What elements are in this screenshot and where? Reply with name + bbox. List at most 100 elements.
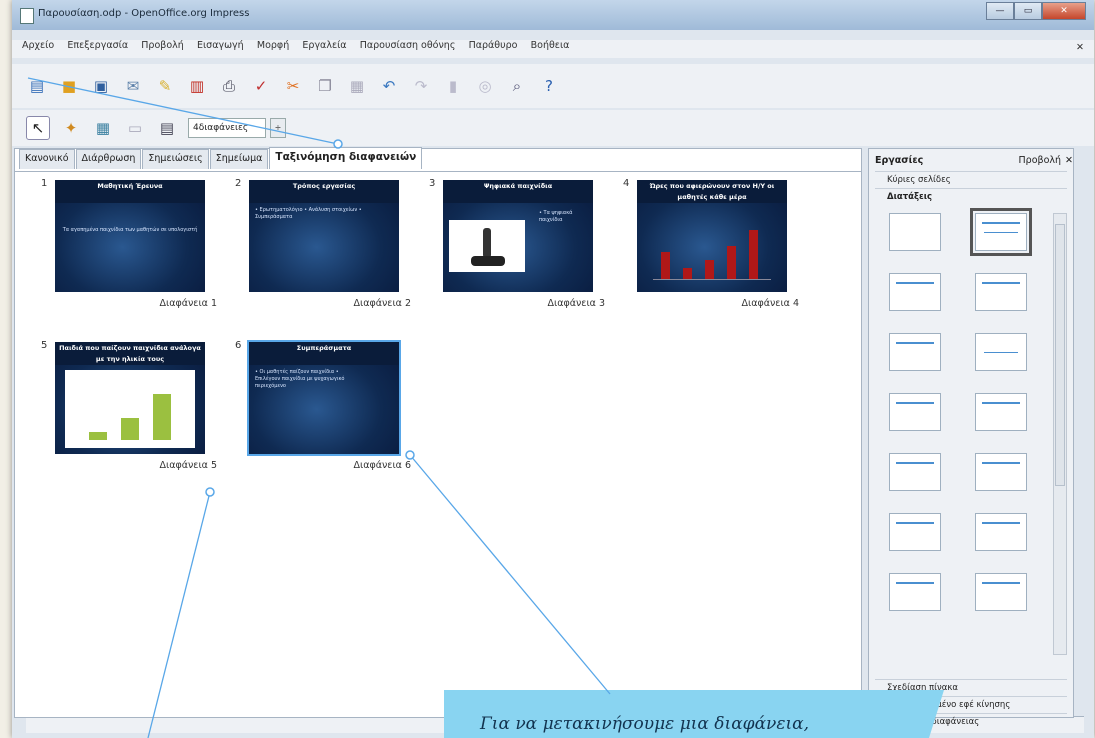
tab-normal[interactable]: Κανονικό xyxy=(19,149,75,169)
new-document-icon[interactable]: ▤ xyxy=(26,75,48,97)
slide-thumbnail-selected[interactable]: Συμπεράσματα • Οι μαθητές παίζουν παιχνί… xyxy=(247,340,401,456)
slide-thumbnail[interactable]: Ψηφιακά παιχνίδια • Τα ψηφιακά παιχνίδια xyxy=(443,180,593,292)
layout-title-content[interactable] xyxy=(889,273,941,311)
hide-slide-icon[interactable]: ▭ xyxy=(124,117,146,139)
slide-sorter-toolbar: ↖ ✦ ▦ ▭ ▤ 4διαφάνειες ÷ xyxy=(12,110,1094,146)
joystick-picture xyxy=(449,220,525,272)
layout-title-slide[interactable] xyxy=(889,333,941,371)
layout-text-only[interactable] xyxy=(975,573,1027,611)
minimize-button[interactable]: — xyxy=(986,2,1014,20)
layout-centered-text[interactable] xyxy=(975,333,1027,371)
slide-thumbnail[interactable]: Μαθητική Έρευνα Τα αγαπημένα παιχνίδια τ… xyxy=(55,180,205,292)
section-layouts[interactable]: Διατάξεις xyxy=(875,188,1067,205)
window-title: Παρουσίαση.odp - OpenOffice.org Impress xyxy=(38,8,250,19)
bar-chart-picture xyxy=(647,208,777,286)
menu-view[interactable]: Προβολή xyxy=(141,40,184,51)
slide-title: Τρόπος εργασίας xyxy=(249,180,399,203)
slide-body: • Οι μαθητές παίζουν παιχνίδια • Επιλέγο… xyxy=(255,369,345,389)
slide-body: Τα αγαπημένα παιχνίδια των μαθητών σε υπ… xyxy=(62,227,198,233)
task-pane-view-menu[interactable]: Προβολή xyxy=(1019,155,1062,166)
zoom-icon[interactable]: ⌕ xyxy=(506,75,528,97)
save-icon[interactable]: ▣ xyxy=(90,75,112,97)
slide-item-1[interactable]: 1 Μαθητική Έρευνα Τα αγαπημένα παιχνίδια… xyxy=(41,178,251,309)
slide-number: 6 xyxy=(235,340,242,351)
cut-icon[interactable]: ✂ xyxy=(282,75,304,97)
menu-help[interactable]: Βοήθεια xyxy=(531,40,570,51)
layout-text-chart[interactable] xyxy=(889,513,941,551)
slide-number: 1 xyxy=(41,178,48,189)
scroll-thumb[interactable] xyxy=(1055,224,1065,486)
slide-thumbnail[interactable]: Τρόπος εργασίας • Ερωτηματολόγιο • Ανάλυ… xyxy=(249,180,399,292)
layouts-scrollbar[interactable] xyxy=(1053,213,1067,655)
slide-item-6[interactable]: 6 Συμπεράσματα • Οι μαθητές παίζουν παιχ… xyxy=(235,340,445,471)
layout-two-content[interactable] xyxy=(975,273,1027,311)
slide-caption: Διαφάνεια 5 xyxy=(159,460,218,471)
email-icon[interactable]: ✉ xyxy=(122,75,144,97)
slide-show-icon[interactable]: ▦ xyxy=(92,117,114,139)
standard-toolbar: ▤ ■ ▣ ✉ ✎ ▥ ⎙ ✓ ✂ ❐ ▦ ↶ ↷ ▮ ◎ ⌕ ? xyxy=(12,64,1094,108)
layout-picture[interactable] xyxy=(975,453,1027,491)
slides-per-row-combo[interactable]: 4διαφάνειες xyxy=(188,118,266,138)
navigator-icon[interactable]: ◎ xyxy=(474,75,496,97)
slide-body: • Τα ψηφιακά παιχνίδια xyxy=(539,210,573,223)
tab-outline[interactable]: Διάρθρωση xyxy=(75,149,142,169)
slide-title: Μαθητική Έρευνα xyxy=(55,180,205,203)
slide-title: Ψηφιακά παιχνίδια xyxy=(443,180,593,203)
select-arrow-icon[interactable]: ↖ xyxy=(26,116,50,140)
paste-icon[interactable]: ▦ xyxy=(346,75,368,97)
slide-caption: Διαφάνεια 4 xyxy=(741,298,800,309)
menu-insert[interactable]: Εισαγωγή xyxy=(197,40,244,51)
menu-file[interactable]: Αρχείο xyxy=(22,40,54,51)
chart-icon[interactable]: ▮ xyxy=(442,75,464,97)
slide-item-4[interactable]: 4 Ώρες που αφιερώνουν στον Η/Υ οι μαθητέ… xyxy=(623,178,833,309)
slide-body: • Ερωτηματολόγιο • Ανάλυση στοιχείων • Σ… xyxy=(255,207,362,220)
tab-handout[interactable]: Σημείωμα xyxy=(209,149,269,169)
edit-file-icon[interactable]: ✎ xyxy=(154,75,176,97)
tab-notes[interactable]: Σημειώσεις xyxy=(142,149,209,169)
chart-picture xyxy=(65,370,195,448)
slide-sorter-area: 1 Μαθητική Έρευνα Τα αγαπημένα παιχνίδια… xyxy=(15,171,861,717)
workspace: Κανονικό Διάρθρωση Σημειώσεις Σημείωμα Τ… xyxy=(14,147,862,718)
slide-item-2[interactable]: 2 Τρόπος εργασίας • Ερωτηματολόγιο • Ανά… xyxy=(235,178,445,309)
section-master-pages[interactable]: Κύριες σελίδες xyxy=(875,171,1067,188)
layout-table[interactable] xyxy=(889,453,941,491)
slides-per-row-spinner[interactable]: ÷ xyxy=(270,118,286,138)
slide-number: 3 xyxy=(429,178,436,189)
copy-icon[interactable]: ❐ xyxy=(314,75,336,97)
redo-icon[interactable]: ↷ xyxy=(410,75,432,97)
menu-edit[interactable]: Επεξεργασία xyxy=(67,40,128,51)
close-button[interactable]: ✕ xyxy=(1042,2,1086,20)
menu-window[interactable]: Παράθυρο xyxy=(469,40,518,51)
layout-title-top[interactable] xyxy=(889,393,941,431)
menu-tools[interactable]: Εργαλεία xyxy=(302,40,346,51)
slide-number: 5 xyxy=(41,340,48,351)
menu-slideshow[interactable]: Παρουσίαση οθόνης xyxy=(360,40,456,51)
close-document-icon[interactable]: ✕ xyxy=(1076,42,1084,53)
menu-bar: Αρχείο Επεξεργασία Προβολή Εισαγωγή Μορφ… xyxy=(12,40,1094,58)
spellcheck-icon[interactable]: ✓ xyxy=(250,75,272,97)
slides-per-row-icon: ▤ xyxy=(159,119,175,137)
slide-caption: Διαφάνεια 1 xyxy=(159,298,218,309)
task-pane-close-icon[interactable]: ✕ xyxy=(1065,155,1073,166)
slide-caption: Διαφάνεια 6 xyxy=(353,460,412,471)
layout-chart-text[interactable] xyxy=(889,573,941,611)
slide-thumbnail[interactable]: Παιδιά που παίζουν παιχνίδια ανάλογα με … xyxy=(55,342,205,454)
slide-item-3[interactable]: 3 Ψηφιακά παιχνίδια • Τα ψηφιακά παιχνίδ… xyxy=(429,178,639,309)
view-tabs: Κανονικό Διάρθρωση Σημειώσεις Σημείωμα Τ… xyxy=(19,147,423,169)
print-icon[interactable]: ⎙ xyxy=(218,75,240,97)
undo-icon[interactable]: ↶ xyxy=(378,75,400,97)
help-icon[interactable]: ? xyxy=(538,75,560,97)
slide-transition-icon[interactable]: ✦ xyxy=(60,117,82,139)
layout-blank[interactable] xyxy=(889,213,941,251)
open-folder-icon[interactable]: ■ xyxy=(58,75,80,97)
layout-chart[interactable] xyxy=(975,393,1027,431)
layout-text-picture[interactable] xyxy=(975,513,1027,551)
export-pdf-icon[interactable]: ▥ xyxy=(186,75,208,97)
slide-item-5[interactable]: 5 Παιδιά που παίζουν παιχνίδια ανάλογα μ… xyxy=(41,340,251,471)
tab-slide-sorter[interactable]: Ταξινόμηση διαφανειών xyxy=(269,147,423,169)
layout-title-only-selected[interactable] xyxy=(970,208,1032,256)
slide-thumbnail[interactable]: Ώρες που αφιερώνουν στον Η/Υ οι μαθητές … xyxy=(637,180,787,292)
task-pane: Εργασίες Προβολή ✕ Κύριες σελίδες Διατάξ… xyxy=(868,148,1074,727)
maximize-button[interactable]: ▭ xyxy=(1014,2,1042,20)
menu-format[interactable]: Μορφή xyxy=(257,40,289,51)
